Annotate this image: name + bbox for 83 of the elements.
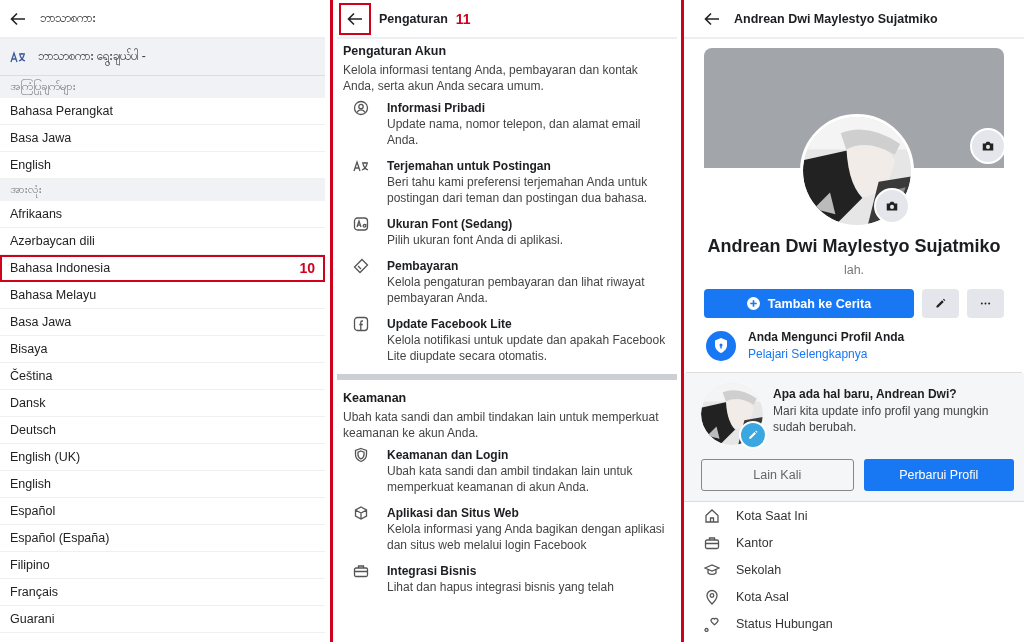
card-text: Mari kita update info profil yang mungkin sudah berubah. (773, 403, 990, 435)
back-arrow-icon[interactable] (704, 11, 720, 26)
language-option[interactable]: Filipino (0, 552, 325, 579)
language-option[interactable]: Basa Jawa (0, 125, 325, 152)
setting-title[interactable]: Integrasi Bisnis (387, 563, 671, 579)
section-title: Pengaturan Akun (343, 44, 448, 58)
language-option[interactable]: Azərbaycan dili (0, 228, 325, 255)
facebook-icon (353, 316, 369, 332)
page-title: Pengaturan (379, 11, 448, 26)
lock-shield-icon (706, 331, 736, 361)
section-description: Ubah kata sandi dan ambil tindakan lain untuk memperkuat keamanan ke akun Anda. (343, 409, 660, 441)
tag-icon (353, 258, 369, 274)
profile-name: Andrean Dwi Maylestyo Sujatmiko (706, 236, 1002, 257)
setting-description: Kelola pengaturan pembayaran dan lihat riwayat pembayaran Anda. (387, 274, 646, 306)
setting-description: Update nama, nomor telepon, dan alamat email Anda. (387, 116, 642, 148)
translate-icon (353, 158, 369, 174)
profile-bio: lah. (842, 263, 866, 277)
language-option[interactable]: Afrikaans (0, 201, 325, 228)
setting-title[interactable]: Pembayaran (387, 258, 671, 274)
section-header: အားလုံး (0, 179, 325, 201)
language-option[interactable]: Bisaya (0, 336, 325, 363)
cube-icon (353, 505, 369, 521)
profile-detail[interactable]: Kantor (736, 535, 773, 550)
callout-number: 10 (299, 260, 315, 276)
setting-description: Pilih ukuran font Anda di aplikasi. (387, 232, 565, 248)
language-option[interactable]: Español (España) (0, 525, 325, 552)
language-option[interactable]: Bahasa Indonesia 10 (0, 255, 325, 282)
setting-description: Kelola notifikasi untuk update dan apakah Facebook Lite diupdate secara otomatis. (387, 332, 667, 364)
setting-title[interactable]: Keamanan dan Login (387, 447, 671, 463)
camera-icon (981, 139, 995, 153)
hearts-icon (704, 615, 720, 632)
section-title: Keamanan (343, 391, 408, 405)
language-option[interactable]: Dansk (0, 390, 325, 417)
back-arrow-icon[interactable] (347, 11, 363, 26)
setting-description: Lihat dan hapus integrasi bisnis yang telah (387, 579, 615, 595)
lock-notice-title: Anda Mengunci Profil Anda (748, 330, 905, 344)
plus-icon (746, 297, 760, 310)
house-icon (704, 507, 720, 524)
location-pin-icon (704, 588, 720, 605)
setting-title[interactable]: Informasi Pribadi (387, 100, 671, 116)
learn-more-link[interactable]: Pelajari Selengkapnya (748, 347, 868, 361)
language-picker[interactable]: ဘာသာစကား ရွေးချယ်ပါ - (0, 39, 325, 76)
setting-title[interactable]: Ukuran Font (Sedang) (387, 216, 671, 232)
pencil-icon (747, 429, 759, 441)
language-option[interactable]: English (UK) (0, 444, 325, 471)
back-arrow-icon[interactable] (10, 11, 26, 26)
section-description: Kelola informasi tentang Anda, pembayaran dan kontak Anda, serta akun Anda secara umum. (343, 62, 639, 94)
card-title: Apa ada hal baru, Andrean Dwi? (773, 387, 958, 401)
language-option[interactable]: Guarani (0, 606, 325, 633)
language-option[interactable]: English (0, 471, 325, 498)
section-header: အကြံပြုချက်များ (0, 76, 325, 98)
language-option[interactable]: Français (0, 579, 325, 606)
setting-title[interactable]: Update Facebook Lite (387, 316, 671, 332)
page-title: ဘာသာစကား (40, 9, 96, 27)
setting-description: Ubah kata sandi dan ambil tindakan lain untuk memperkuat keamanan di akun Anda. (387, 463, 634, 495)
page-title: Andrean Dwi Maylestyo Sujatmiko (734, 11, 938, 26)
setting-title[interactable]: Terjemahan untuk Postingan (387, 158, 671, 174)
profile-detail[interactable]: Kota Asal (736, 589, 789, 604)
later-button[interactable]: Lain Kali (701, 459, 854, 491)
callout-number: 11 (455, 10, 471, 27)
graduation-cap-icon (704, 561, 720, 578)
font-size-icon (353, 216, 369, 232)
language-option[interactable]: Deutsch (0, 417, 325, 444)
translate-icon (10, 49, 26, 65)
person-icon (353, 100, 369, 116)
briefcase-icon (353, 563, 369, 579)
pencil-icon (934, 297, 947, 310)
language-option[interactable]: Español (0, 498, 325, 525)
language-option[interactable]: Basa Jawa (0, 309, 325, 336)
language-option[interactable]: Bahasa Perangkat (0, 98, 325, 125)
setting-description: Kelola informasi yang Anda bagikan dengan aplikasi dan situs web melalui login Facebook (387, 521, 666, 553)
language-option[interactable]: Čeština (0, 363, 325, 390)
add-to-story-button[interactable]: Tambah ke Cerita (704, 289, 914, 318)
profile-detail[interactable]: Sekolah (736, 562, 782, 577)
language-option[interactable]: Bahasa Melayu (0, 282, 325, 309)
setting-title[interactable]: Aplikasi dan Situs Web (387, 505, 671, 521)
camera-icon (885, 199, 899, 213)
setting-description: Beri tahu kami preferensi terjemahan Anda untuk postingan dari teman dan postingan dua bahasa. (387, 174, 649, 206)
briefcase-icon (704, 534, 720, 551)
profile-detail[interactable]: Status Hubungan (736, 616, 833, 631)
profile-detail[interactable]: Kota Saat Ini (736, 508, 808, 523)
update-profile-button[interactable]: Perbarui Profil (863, 459, 1014, 491)
shield-icon (353, 447, 369, 463)
